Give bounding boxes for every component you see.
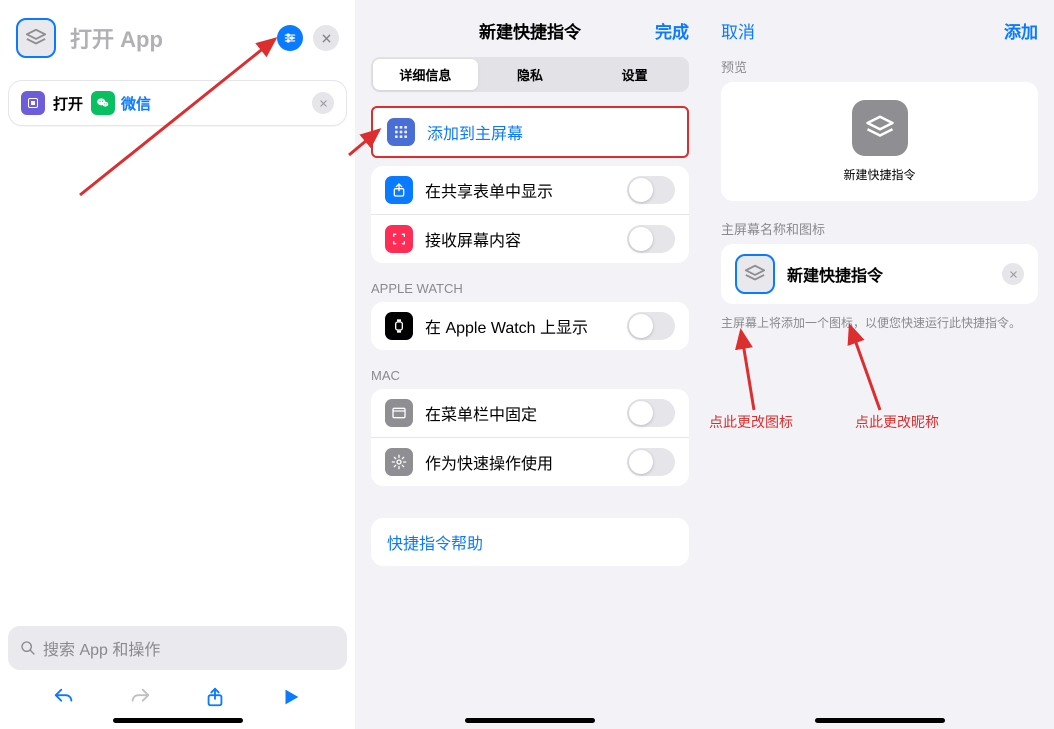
app-name[interactable]: 微信 [121, 93, 151, 114]
row-quick-label: 作为快速操作使用 [425, 450, 615, 474]
capture-icon [391, 231, 407, 247]
annotation-arrow-icon [729, 325, 779, 415]
row-watch-label: 在 Apple Watch 上显示 [425, 314, 615, 338]
search-placeholder: 搜索 App 和操作 [43, 636, 160, 660]
undo-button[interactable] [26, 686, 102, 708]
run-button[interactable] [253, 686, 329, 708]
section-mac-label: MAC [371, 368, 689, 383]
add-button[interactable]: 添加 [1004, 18, 1038, 43]
help-row[interactable]: 快捷指令帮助 [371, 518, 689, 566]
wechat-icon [91, 91, 115, 115]
nav-bar: 取消 添加 [705, 0, 1054, 57]
home-grid-icon [387, 118, 415, 146]
quick-row-icon [385, 448, 413, 476]
toggle-quick[interactable] [627, 448, 675, 476]
pane-add-to-home: 取消 添加 预览 新建快捷指令 主屏幕名称和图标 新建快捷指令 主屏幕上将添加一… [705, 0, 1054, 729]
stack-icon [25, 27, 47, 49]
grid-icon [393, 124, 409, 140]
seg-settings[interactable]: 设置 [582, 59, 687, 90]
preview-section-label: 预览 [721, 57, 1038, 76]
home-indicator[interactable] [113, 718, 243, 723]
gear-icon [391, 454, 407, 470]
share-group: 在共享表单中显示 接收屏幕内容 [371, 166, 689, 263]
bottom-toolbar [0, 676, 355, 714]
row-add-home-label: 添加到主屏幕 [427, 120, 673, 144]
toggle-watch[interactable] [627, 312, 675, 340]
pane-shortcut-settings: 新建快捷指令 完成 详细信息 隐私 设置 添加到主屏幕 在共享表单中显示 接收屏… [355, 0, 705, 729]
done-button[interactable]: 完成 [655, 18, 689, 43]
clear-name-button[interactable] [1002, 263, 1024, 285]
seg-details[interactable]: 详细信息 [373, 59, 478, 90]
search-icon [20, 640, 36, 656]
annot-change-name: 点此更改昵称 [855, 412, 939, 432]
nested-square-icon [27, 97, 39, 109]
row-receive-content[interactable]: 接收屏幕内容 [371, 214, 689, 263]
preview-app-icon [852, 100, 908, 156]
row-add-to-home[interactable]: 添加到主屏幕 [373, 108, 687, 156]
hint-text: 主屏幕上将添加一个图标，以便您快速运行此快捷指令。 [721, 314, 1038, 331]
row-menubar-label: 在菜单栏中固定 [425, 401, 615, 425]
mac-group: 在菜单栏中固定 作为快速操作使用 [371, 389, 689, 486]
menubar-icon [391, 405, 407, 421]
close-button[interactable] [313, 25, 339, 51]
edit-name-card: 新建快捷指令 [721, 244, 1038, 304]
settings-button[interactable] [277, 25, 303, 51]
toggle-receive[interactable] [627, 225, 675, 253]
help-label: 快捷指令帮助 [387, 536, 483, 553]
redo-button[interactable] [102, 686, 178, 708]
annotation-arrow-name [835, 320, 895, 415]
share-icon [391, 182, 407, 198]
watch-icon [391, 318, 407, 334]
shortcut-app-icon[interactable] [16, 18, 56, 58]
watch-row-icon [385, 312, 413, 340]
close-icon [321, 33, 332, 44]
preview-card: 新建快捷指令 [721, 82, 1038, 201]
nav-title: 新建快捷指令 [479, 18, 581, 43]
undo-icon [53, 686, 75, 708]
name-icon-section-label: 主屏幕名称和图标 [721, 219, 1038, 238]
pane-shortcut-editor: 打开 App 打开 微信 搜索 App 和操作 [0, 0, 355, 729]
nav-bar: 新建快捷指令 完成 [355, 0, 705, 57]
name-input[interactable]: 新建快捷指令 [787, 262, 990, 286]
preview-name: 新建快捷指令 [721, 166, 1038, 183]
search-input[interactable]: 搜索 App 和操作 [8, 626, 347, 670]
segmented-control[interactable]: 详细信息 隐私 设置 [371, 57, 689, 92]
cancel-button[interactable]: 取消 [721, 18, 755, 43]
sliders-icon [283, 31, 297, 45]
clear-action-button[interactable] [312, 92, 334, 114]
menubar-row-icon [385, 399, 413, 427]
row-quick-action[interactable]: 作为快速操作使用 [371, 437, 689, 486]
open-label: 打开 [53, 93, 83, 114]
open-app-chip-icon [21, 91, 45, 115]
row-share-sheet[interactable]: 在共享表单中显示 [371, 166, 689, 214]
share-icon [204, 686, 226, 708]
annot-change-icon: 点此更改图标 [709, 412, 793, 432]
stack-icon [744, 263, 766, 285]
header-row: 打开 App [0, 0, 355, 68]
seg-privacy[interactable]: 隐私 [478, 59, 583, 90]
row-menubar[interactable]: 在菜单栏中固定 [371, 389, 689, 437]
row-receive-label: 接收屏幕内容 [425, 227, 615, 251]
stack-icon [865, 113, 895, 143]
home-indicator[interactable] [465, 718, 595, 723]
home-indicator[interactable] [815, 718, 945, 723]
add-to-home-group: 添加到主屏幕 [371, 106, 689, 158]
wechat-bubble-icon [96, 96, 110, 110]
clear-icon [1009, 270, 1018, 279]
play-icon [280, 686, 302, 708]
watch-group: 在 Apple Watch 上显示 [371, 302, 689, 350]
toggle-menubar[interactable] [627, 399, 675, 427]
row-apple-watch[interactable]: 在 Apple Watch 上显示 [371, 302, 689, 350]
edit-icon-button[interactable] [735, 254, 775, 294]
row-share-label: 在共享表单中显示 [425, 178, 615, 202]
share-button[interactable] [178, 686, 254, 708]
toggle-share[interactable] [627, 176, 675, 204]
section-watch-label: APPLE WATCH [371, 281, 689, 296]
share-row-icon [385, 176, 413, 204]
redo-icon [129, 686, 151, 708]
receive-row-icon [385, 225, 413, 253]
open-app-action-card[interactable]: 打开 微信 [8, 80, 347, 126]
shortcut-title: 打开 App [70, 22, 267, 54]
clear-icon [319, 99, 328, 108]
